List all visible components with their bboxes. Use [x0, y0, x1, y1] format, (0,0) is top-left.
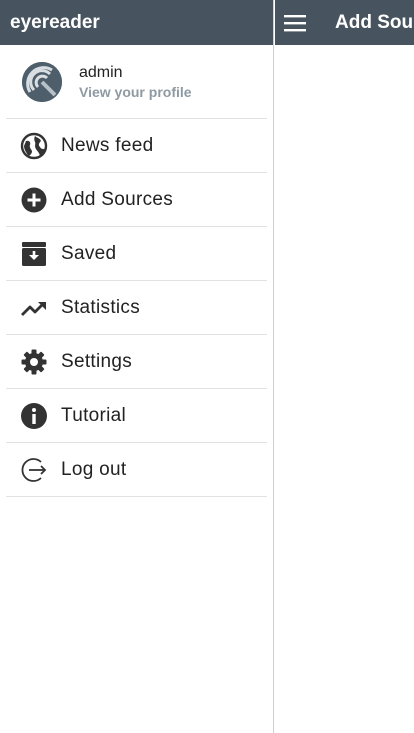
menu-label-tutorial: Tutorial	[61, 404, 127, 426]
avatar[interactable]	[22, 61, 62, 102]
menu-label-news-feed: News feed	[61, 134, 154, 156]
menu-item-news-feed[interactable]: News feed	[6, 119, 267, 173]
add-circle-icon	[20, 186, 48, 214]
drawer-header: eyereader	[0, 0, 273, 45]
menu-label-log-out: Log out	[61, 458, 127, 480]
hamburger-icon[interactable]	[275, 0, 315, 45]
info-icon	[20, 402, 48, 430]
menu-item-statistics[interactable]: Statistics	[6, 281, 267, 335]
menu-label-settings: Settings	[61, 350, 133, 372]
profile-name: admin	[79, 63, 123, 81]
view-profile-link[interactable]: View your profile	[79, 83, 192, 101]
nav-drawer: eyereader admin View your profile News f…	[0, 0, 274, 733]
profile-section[interactable]: admin View your profile	[6, 45, 267, 119]
main-topbar: Add Sou	[275, 0, 414, 45]
app-root: eyereader admin View your profile News f…	[0, 0, 414, 733]
menu-item-log-out[interactable]: Log out	[6, 443, 267, 497]
menu-label-add-sources: Add Sources	[61, 188, 174, 210]
logout-icon	[20, 456, 48, 484]
drawer-menu: News feed Add Sources Saved Statistics S…	[6, 119, 267, 497]
archive-icon	[20, 240, 48, 268]
menu-item-tutorial[interactable]: Tutorial	[6, 389, 267, 443]
menu-label-statistics: Statistics	[61, 296, 141, 318]
profile-text: admin View your profile	[79, 63, 192, 101]
menu-label-saved: Saved	[61, 242, 117, 264]
menu-item-add-sources[interactable]: Add Sources	[6, 173, 267, 227]
page-title: Add Sou	[335, 11, 414, 33]
menu-item-settings[interactable]: Settings	[6, 335, 267, 389]
radar-logo-icon	[22, 61, 62, 102]
main-content	[275, 45, 414, 733]
menu-item-saved[interactable]: Saved	[6, 227, 267, 281]
gear-icon	[20, 348, 48, 376]
app-title: eyereader	[10, 11, 100, 33]
globe-icon	[20, 132, 48, 160]
trending-up-icon	[20, 294, 48, 322]
